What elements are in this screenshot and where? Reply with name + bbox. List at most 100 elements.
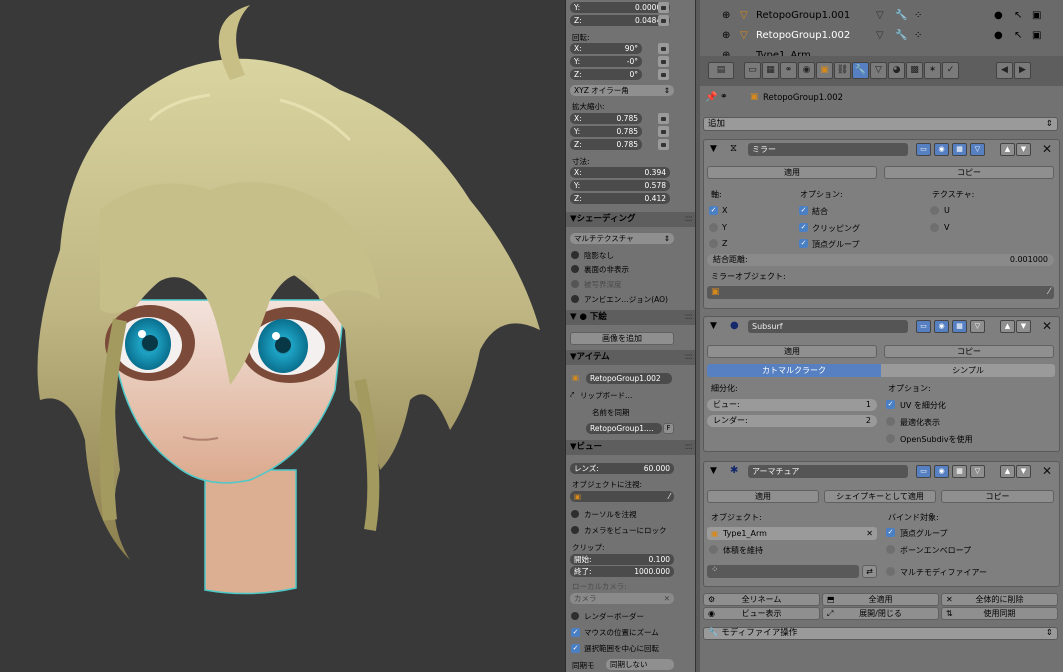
item-panel-header[interactable]: ▼アイテム:::: [566,350,695,365]
axis-x-checkbox[interactable]: ✓ [709,206,718,215]
opensubdiv-checkbox[interactable] [886,434,895,443]
item-name-field[interactable]: RetopoGroup1.002 [586,373,672,384]
render-toggle-icon[interactable]: ▭ [916,465,931,478]
clip-end-field[interactable]: 終了: 1000.000 [570,566,674,577]
forward-arrow-icon[interactable]: ▶ [1014,62,1031,79]
eye-icon[interactable]: ● [994,26,1003,45]
lock-icon[interactable] [658,2,669,13]
apply-as-shapekey-button[interactable]: シェイプキーとして適用 [824,490,936,503]
move-down-icon[interactable]: ▼ [1016,320,1031,333]
lock-icon[interactable] [658,69,669,80]
camera-icon[interactable]: ▣ [1032,26,1041,45]
mirror-object-field[interactable]: ▣ ⁄ [707,286,1054,299]
delete-all-button[interactable]: ✕ 全体的に削除 [941,593,1058,606]
shading-panel-header[interactable]: ▼シェーディング:::: [566,212,695,227]
lock-icon[interactable] [658,56,669,67]
cage-toggle-icon[interactable]: ▽ [970,465,985,478]
particles-tab-icon[interactable]: ✶ [924,62,941,79]
viewport-toggle-icon[interactable]: ◉ [934,465,949,478]
cursor-icon[interactable]: ↖ [1014,26,1022,45]
view-display-button[interactable]: ◉ ビュー表示 [703,607,820,620]
apply-button[interactable]: 適用 [707,345,877,358]
outliner-row-selected[interactable]: ⊕ ▽ RetopoGroup1.002 ▽ 🔧 ⁘ ● ↖ ▣ [700,26,1063,45]
merge-distance-field[interactable]: 結合距離: 0.001000 [707,254,1054,266]
lock-icon[interactable] [658,113,669,124]
use-sync-button[interactable]: ⇅ 使用同期 [941,607,1058,620]
sync-mode-select[interactable]: 同期しない [606,659,674,670]
eye-icon[interactable]: ● [994,6,1003,25]
backface-culling-checkbox[interactable] [571,265,579,273]
texture-tab-icon[interactable]: ▩ [906,62,923,79]
dimension-y-field[interactable]: Y: 0.578 [570,180,670,191]
move-down-icon[interactable]: ▼ [1016,465,1031,478]
item-data-field[interactable]: RetopoGroup1.... [586,423,662,434]
eyedropper-icon[interactable]: ⁄ [669,491,670,502]
rename-all-button[interactable]: ⚙ 全リネーム [703,593,820,606]
3d-viewport[interactable] [0,0,565,672]
expand-icon[interactable]: ⊕ [722,26,730,45]
catmull-clark-tab[interactable]: カトマルクラーク [707,364,881,377]
outliner-row[interactable]: ⊕ ▽ RetopoGroup1.001 ▽ 🔧 ⁘ ● ↖ ▣ [700,6,1063,25]
shadeless-checkbox[interactable] [571,251,579,259]
material-tab-icon[interactable]: ◕ [888,62,905,79]
preserve-volume-checkbox[interactable] [709,545,718,554]
grip-icon[interactable]: :::: [685,440,694,455]
multi-modifier-checkbox[interactable] [886,567,895,576]
add-modifier-menu[interactable]: 追加 ⇕ [703,117,1058,131]
render-layers-tab-icon[interactable]: ▦ [762,62,779,79]
move-up-icon[interactable]: ▲ [1000,320,1015,333]
armature-object-field[interactable]: ▣ Type1_Arm ✕ [707,527,877,540]
axis-y-checkbox[interactable] [709,223,718,232]
modifier-operations-menu[interactable]: 🔧 モディファイア操作 ⇕ [703,627,1058,640]
bind-envelopes-checkbox[interactable] [886,545,895,554]
pin-icon[interactable]: 📌 [705,92,717,103]
apply-button[interactable]: 適用 [707,490,819,503]
optimal-display-checkbox[interactable] [886,417,895,426]
cage-toggle-icon[interactable]: ▽ [970,143,985,156]
lens-field[interactable]: レンズ: 60.000 [570,463,674,474]
rotation-z-field[interactable]: Z: 0° [570,69,642,80]
move-up-icon[interactable]: ▲ [1000,143,1015,156]
viewport-toggle-icon[interactable]: ◉ [934,320,949,333]
cursor-icon[interactable]: ↖ [1014,6,1022,25]
scene-tab-icon[interactable]: ⚭ [780,62,797,79]
subdivide-uvs-checkbox[interactable]: ✓ [886,400,895,409]
ao-checkbox[interactable] [571,295,579,303]
physics-tab-icon[interactable]: ✓ [942,62,959,79]
texture-u-checkbox[interactable] [930,206,939,215]
back-arrow-icon[interactable]: ◀ [996,62,1013,79]
simple-tab[interactable]: シンプル [881,364,1055,377]
copy-button[interactable]: コピー [884,166,1054,179]
eyedropper-icon[interactable]: ⁄ [1048,287,1050,297]
viewport-toggle-icon[interactable]: ◉ [934,143,949,156]
fake-user-button[interactable]: F [663,423,674,434]
modifiers-tab-icon[interactable]: 🔧 [852,62,869,79]
lock-icon[interactable] [658,15,669,26]
merge-checkbox[interactable]: ✓ [799,206,808,215]
constraints-tab-icon[interactable]: ⛓ [834,62,851,79]
editmode-toggle-icon[interactable]: ▦ [952,465,967,478]
apply-button[interactable]: 適用 [707,166,877,179]
invert-arrows-icon[interactable]: ⇄ [862,565,877,578]
lock-object-field[interactable]: ▣ ⁄ [570,491,674,502]
mirror-name-field[interactable]: ミラー [748,143,908,156]
clip-start-field[interactable]: 開始: 0.100 [570,554,674,565]
move-down-icon[interactable]: ▼ [1016,143,1031,156]
render-tab-icon[interactable]: ▭ [744,62,761,79]
scale-y-field[interactable]: Y: 0.785 [570,126,642,137]
move-up-icon[interactable]: ▲ [1000,465,1015,478]
collapse-arrow-icon[interactable]: ▼ [710,466,717,476]
toggle-expand-button[interactable]: ⤢ 展開/閉じる [822,607,939,620]
render-toggle-icon[interactable]: ▭ [916,320,931,333]
outliner-object-name[interactable]: RetopoGroup1.001 [756,6,850,25]
texture-v-checkbox[interactable] [930,223,939,232]
location-y-field[interactable]: Y: 0.00000 [570,2,670,13]
view-panel-header[interactable]: ▼ビュー:::: [566,440,695,455]
render-levels-field[interactable]: レンダー: 2 [707,415,877,427]
vertex-group-field[interactable]: ⁘ [707,565,859,578]
grip-icon[interactable]: :::: [685,212,694,227]
rotation-y-field[interactable]: Y: -0° [570,56,642,67]
rotate-selection-checkbox[interactable]: ✓ [571,644,580,653]
armature-name-field[interactable]: アーマチュア [748,465,908,478]
scale-x-field[interactable]: X: 0.785 [570,113,642,124]
